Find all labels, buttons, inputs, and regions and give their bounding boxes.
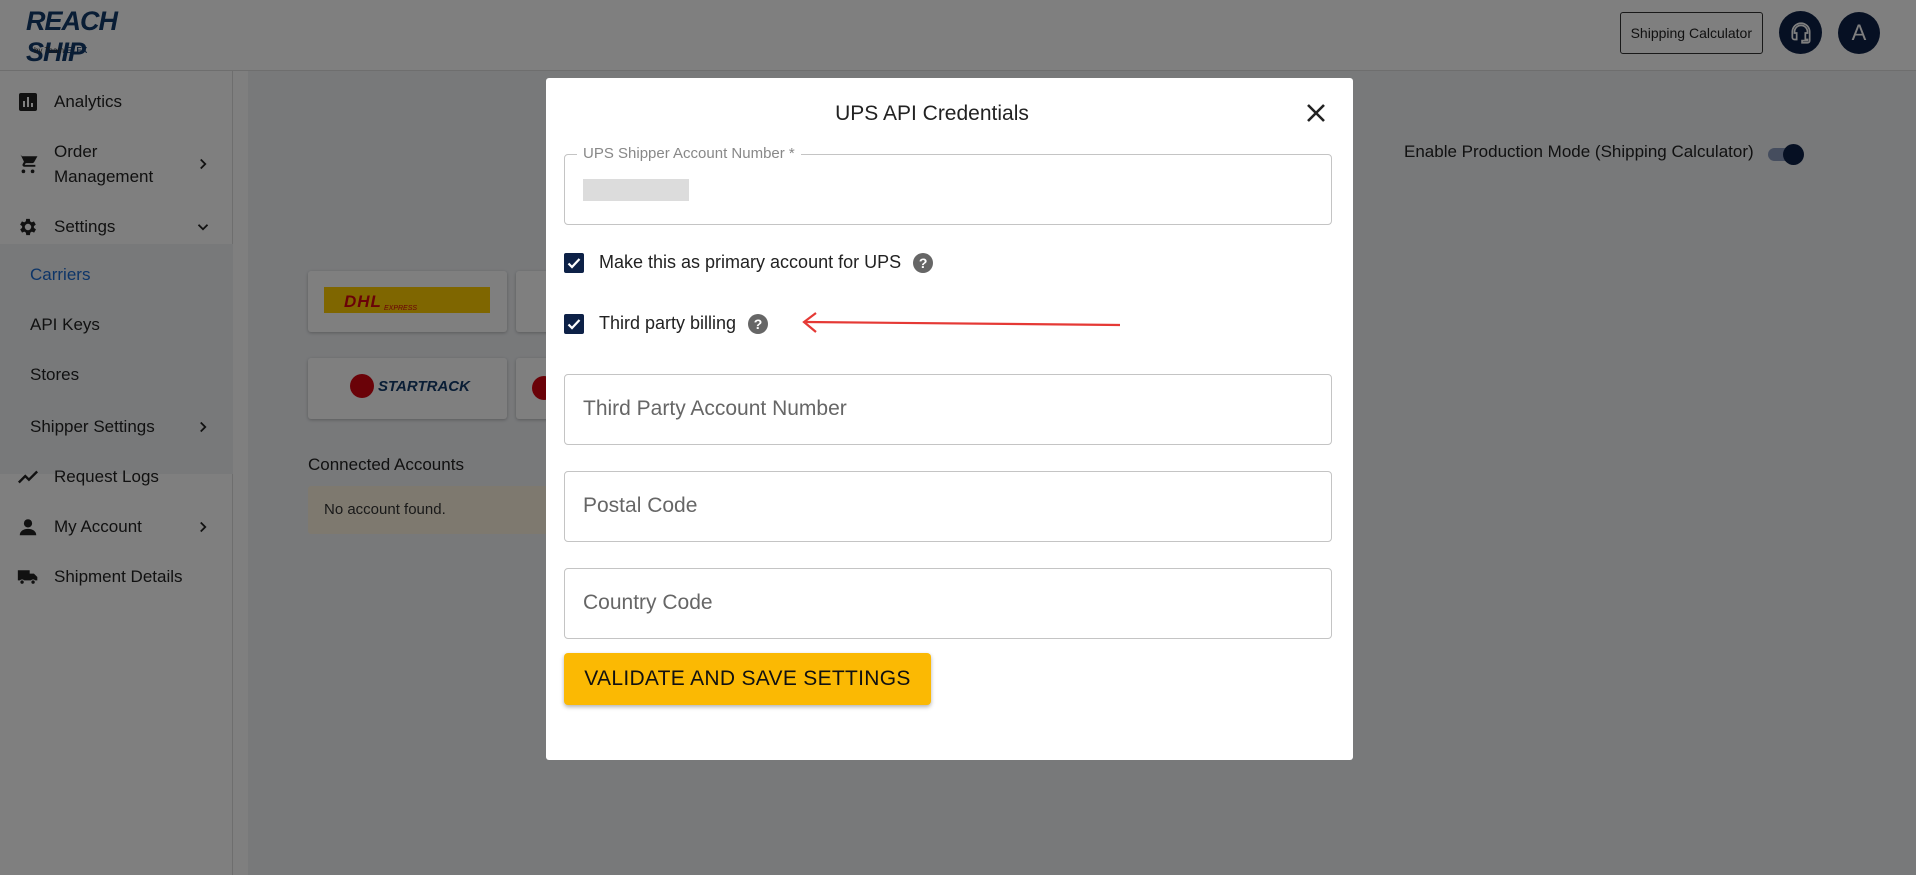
third-party-account-input[interactable]: Third Party Account Number xyxy=(564,374,1332,445)
postal-code-input[interactable]: Postal Code xyxy=(564,471,1332,542)
help-icon[interactable]: ? xyxy=(748,313,769,334)
primary-account-option: Make this as primary account for UPS ? xyxy=(564,252,934,273)
primary-account-label: Make this as primary account for UPS xyxy=(599,252,902,272)
placeholder-text: Country Code xyxy=(583,591,713,614)
placeholder-text: Postal Code xyxy=(583,494,698,517)
validate-and-save-button[interactable]: VALIDATE AND SAVE SETTINGS xyxy=(564,653,931,705)
checkmark-icon xyxy=(567,318,581,330)
third-party-billing-label: Third party billing xyxy=(599,313,737,333)
country-code-input[interactable]: Country Code xyxy=(564,568,1332,639)
third-party-billing-option: Third party billing ? xyxy=(564,313,769,334)
help-icon[interactable]: ? xyxy=(913,252,934,273)
ups-credentials-dialog: UPS API Credentials UPS Shipper Account … xyxy=(546,78,1353,760)
redacted-value xyxy=(583,179,689,201)
annotation-arrow xyxy=(802,312,1121,333)
close-icon xyxy=(1307,104,1325,122)
shipper-account-number-field[interactable]: UPS Shipper Account Number * xyxy=(564,145,1332,225)
checkmark-icon xyxy=(567,257,581,269)
close-button[interactable] xyxy=(1301,98,1331,128)
field-label: UPS Shipper Account Number * xyxy=(577,145,801,162)
third-party-billing-checkbox[interactable] xyxy=(564,313,584,334)
primary-account-checkbox[interactable] xyxy=(564,252,584,273)
dialog-title: UPS API Credentials xyxy=(835,102,1029,125)
placeholder-text: Third Party Account Number xyxy=(583,397,847,420)
